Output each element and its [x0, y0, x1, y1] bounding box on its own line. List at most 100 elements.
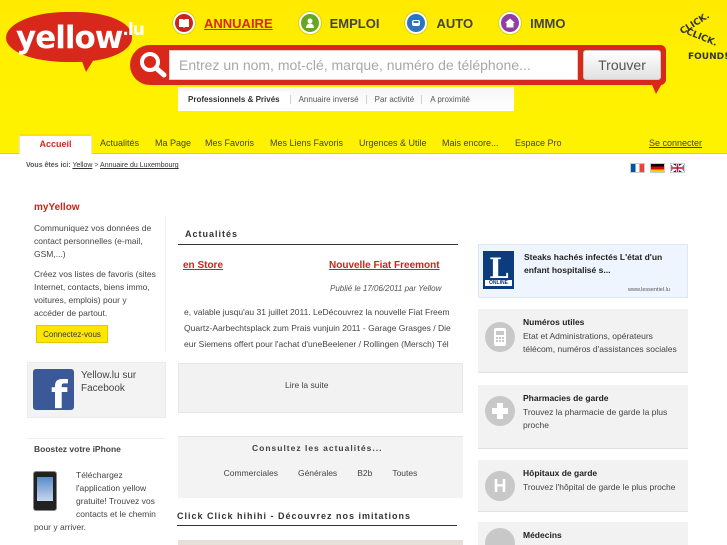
- phone-icon: [485, 322, 515, 352]
- top-category-nav: ANNUAIRE EMPLOI AUTO IMMO: [173, 12, 591, 34]
- service-title[interactable]: Hôpitaux de garde: [523, 468, 597, 478]
- nav-mes-liens-favoris[interactable]: Mes Liens Favoris: [270, 138, 343, 148]
- click-title-rule: [177, 525, 457, 526]
- search-button[interactable]: Trouver: [583, 50, 661, 80]
- lessentiel-logo-caption: ONLINE: [485, 280, 512, 286]
- ad-headline[interactable]: Steaks hachés infectés L'état d'un enfan…: [524, 251, 684, 277]
- nav-urgences-utile[interactable]: Urgences & Utile: [359, 138, 427, 148]
- myyellow-text-1-line: contact personnelles (e-mail,: [34, 236, 143, 246]
- magnifier-icon: [136, 48, 170, 82]
- news-link-2[interactable]: Nouvelle Fiat Freemont: [329, 260, 440, 271]
- category-generales[interactable]: Générales: [298, 468, 337, 478]
- iphone-text-last: pour y arriver.: [34, 522, 86, 532]
- hospital-icon-glyph: H: [493, 475, 507, 496]
- breadcrumb-separator: >: [94, 162, 99, 169]
- tagline-line-3: FOUND!: [688, 52, 727, 62]
- consultez-title: Consultez les actualités...: [252, 443, 383, 453]
- search-bar-tail: [650, 80, 664, 94]
- news-ticker: e, valable jusqu'au 31 juillet 2011. LeD…: [178, 303, 461, 351]
- iphone-title: Boostez votre iPhone: [34, 444, 121, 454]
- facebook-icon[interactable]: f: [33, 369, 74, 417]
- myyellow-text-1-line: GSM,...): [34, 249, 66, 259]
- lessentiel-logo[interactable]: L ONLINE: [483, 251, 514, 289]
- service-numeros-utiles[interactable]: Numéros utiles Etat et Administrations, …: [478, 309, 688, 373]
- service-hopitaux[interactable]: H Hôpitaux de garde Trouvez l'hôpital de…: [478, 460, 688, 512]
- myyellow-title: myYellow: [34, 202, 80, 213]
- news-line: e, valable jusqu'au 31 juillet 2011. LeD…: [184, 307, 450, 317]
- service-pharmacies[interactable]: Pharmacies de garde Trouvez la pharmacie…: [478, 385, 688, 449]
- service-title[interactable]: Numéros utiles: [523, 317, 584, 327]
- myyellow-text-1: Communiquez vos données de contact perso…: [34, 222, 164, 261]
- search-tab-annuaire-inverse[interactable]: Annuaire inversé: [289, 94, 366, 104]
- news-line: Quartz-Aarbechtsplack zum Prais vunjuin …: [184, 323, 451, 333]
- category-b2b[interactable]: B2b: [357, 468, 372, 478]
- breadcrumb-label: Vous êtes ici:: [26, 162, 71, 169]
- flag-en-icon[interactable]: [670, 163, 685, 173]
- nav-mais-encore[interactable]: Mais encore...: [442, 138, 499, 148]
- connect-button[interactable]: Connectez-vous: [36, 325, 108, 343]
- logo-tail: [80, 56, 96, 72]
- tagline-line-2: CLICK.: [684, 27, 719, 49]
- house-icon: [499, 12, 522, 34]
- hospital-icon: H: [485, 471, 515, 501]
- doctor-icon: [485, 528, 515, 545]
- news-title: Actualités: [185, 229, 239, 239]
- click-click-found-tagline: CLICK. CLICK. FOUND!: [671, 11, 727, 66]
- myyellow-text-2: Créez vos listes de favoris (sites Inter…: [34, 268, 166, 320]
- facebook-text-line: Yellow.lu sur: [81, 370, 137, 381]
- topnav-annuaire-label: ANNUAIRE: [204, 15, 273, 31]
- click-click-title: Click Click hihihi - Découvrez nos imita…: [177, 511, 412, 521]
- iphone-text-line: Téléchargez: [76, 470, 123, 480]
- topnav-annuaire[interactable]: ANNUAIRE: [173, 12, 273, 34]
- breadcrumb: Vous êtes ici: Yellow > Annuaire du Luxe…: [26, 162, 179, 169]
- service-title[interactable]: Médecins: [523, 530, 562, 540]
- person-icon: [298, 12, 321, 34]
- cross-icon: [485, 396, 515, 426]
- language-switcher: [630, 163, 690, 173]
- news-date: Publié le 17/06/2011 par Yellow: [330, 284, 442, 293]
- myyellow-text-1-line: Communiquez vos données de: [34, 223, 152, 233]
- book-icon: [173, 12, 195, 34]
- main-nav: Accueil Actualités Ma Page Mes Favoris M…: [0, 134, 727, 154]
- service-title[interactable]: Pharmacies de garde: [523, 393, 609, 403]
- service-medecins[interactable]: Médecins: [478, 522, 688, 545]
- myyellow-text-2-line: Créez vos listes de favoris (sites: [34, 269, 156, 279]
- iphone-icon[interactable]: [33, 471, 57, 511]
- search-tab-pros-prives[interactable]: Professionnels & Privés: [178, 90, 290, 108]
- iphone-text: Téléchargez l'application yellow gratuit…: [76, 469, 168, 521]
- news-link-1[interactable]: en Store: [183, 260, 223, 271]
- service-desc: Etat et Administrations, opérateurs télé…: [523, 331, 677, 354]
- category-commerciales[interactable]: Commerciales: [224, 468, 278, 478]
- myyellow-text-2-line: accéder de partout.: [34, 308, 108, 318]
- topnav-emploi[interactable]: EMPLOI: [298, 12, 380, 34]
- category-toutes[interactable]: Toutes: [392, 468, 417, 478]
- yellow-logo[interactable]: yellow.lu: [6, 12, 145, 72]
- click-image[interactable]: [178, 540, 463, 545]
- myyellow-text-2-line: Internet, contacts, biens immo,: [34, 282, 150, 292]
- nav-mes-favoris[interactable]: Mes Favoris: [205, 138, 254, 148]
- search-mode-tabs: Professionnels & Privés Annuaire inversé…: [178, 87, 514, 111]
- topnav-emploi-label: EMPLOI: [329, 15, 380, 31]
- topnav-auto[interactable]: AUTO: [405, 12, 473, 34]
- search-tab-a-proximite[interactable]: A proximité: [421, 94, 477, 104]
- search-input[interactable]: Entrez un nom, mot-clé, marque, numéro d…: [169, 50, 578, 80]
- breadcrumb-yellow[interactable]: Yellow: [72, 162, 92, 169]
- search-tab-par-activite[interactable]: Par activité: [365, 94, 422, 104]
- login-link[interactable]: Se connecter: [649, 138, 702, 148]
- iphone-text-line: gratuite! Trouvez vos: [76, 496, 155, 506]
- news-line: eur Siemens offert pour l'achat d'uneBee…: [184, 339, 449, 349]
- nav-actualites[interactable]: Actualités: [100, 138, 139, 148]
- logo-text: yellow.lu: [16, 20, 145, 56]
- breadcrumb-annuaire[interactable]: Annuaire du Luxembourg: [100, 162, 179, 169]
- flag-fr-icon[interactable]: [630, 163, 645, 173]
- nav-espace-pro[interactable]: Espace Pro: [515, 138, 562, 148]
- flag-de-icon[interactable]: [650, 163, 665, 173]
- car-icon: [405, 12, 428, 34]
- nav-ma-page[interactable]: Ma Page: [155, 138, 191, 148]
- ad-source[interactable]: www.lessentiel.lu: [628, 287, 670, 293]
- nav-accueil[interactable]: Accueil: [19, 134, 92, 154]
- topnav-immo[interactable]: IMMO: [499, 12, 565, 34]
- facebook-text[interactable]: Yellow.lu sur Facebook: [81, 369, 136, 395]
- read-more-link[interactable]: Lire la suite: [285, 380, 328, 390]
- myyellow-text-2-line: voitures, emplois) pour y: [34, 295, 127, 305]
